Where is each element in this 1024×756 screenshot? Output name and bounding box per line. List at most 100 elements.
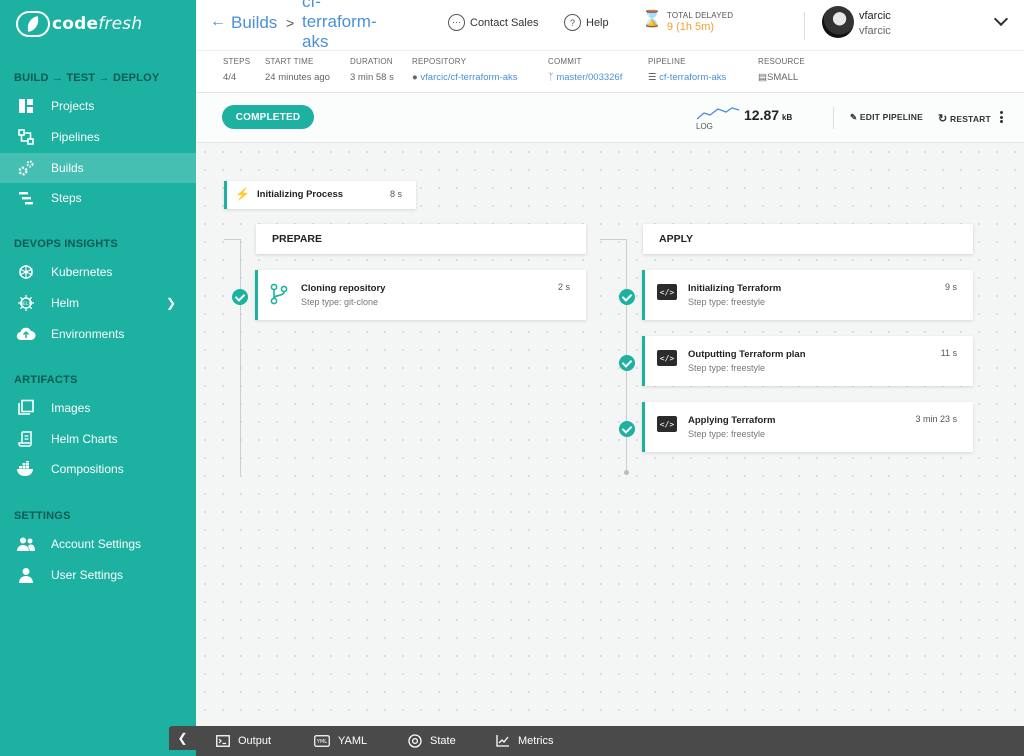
state-icon xyxy=(408,734,422,748)
terminal-icon: </> xyxy=(657,416,677,432)
chevron-down-icon[interactable] xyxy=(993,11,1009,27)
step-time: 11 s xyxy=(940,348,957,358)
git-branch-icon: ᛉ xyxy=(548,72,554,83)
step-type: Step type: git-clone xyxy=(301,297,379,307)
back-arrow-icon[interactable]: ← xyxy=(210,13,226,31)
sidebar-item-account-settings[interactable]: Account Settings xyxy=(0,529,196,559)
sidebar-item-builds[interactable]: Builds xyxy=(0,153,196,183)
log-sparkline-icon[interactable] xyxy=(696,105,740,121)
help-link[interactable]: ? Help xyxy=(564,14,609,31)
success-check-icon xyxy=(232,289,248,305)
help-label: Help xyxy=(586,16,609,29)
info-pipeline: PIPELINE ☰ cf-terraform-aks xyxy=(648,57,726,83)
build-name-line: cf- xyxy=(302,0,321,11)
sidebar-item-label: Environments xyxy=(51,327,125,341)
step-outputting-terraform-plan[interactable]: </> Outputting Terraform plan Step type:… xyxy=(642,336,973,386)
builds-icon xyxy=(16,159,36,177)
pipeline-link[interactable]: ☰ cf-terraform-aks xyxy=(648,72,726,83)
tab-label: YAML xyxy=(338,735,368,747)
avatar[interactable] xyxy=(822,6,854,38)
more-options-icon[interactable] xyxy=(997,109,1005,125)
sidebar-item-images[interactable]: Images xyxy=(0,393,196,423)
breadcrumb-builds-link[interactable]: Builds xyxy=(231,13,277,33)
repository-link[interactable]: ● vfarcic/cf-terraform-aks xyxy=(412,72,518,83)
build-name-line: terraform- xyxy=(302,12,377,31)
step-time: 8 s xyxy=(389,189,402,199)
step-cloning-repository[interactable]: Cloning repository Step type: git-clone … xyxy=(255,270,586,320)
account-settings-icon xyxy=(16,535,36,553)
total-delayed-label: TOTAL DELAYED xyxy=(666,11,734,20)
resource-value: SMALL xyxy=(766,72,799,83)
sidebar-item-label: Account Settings xyxy=(51,537,142,551)
total-delayed-indicator[interactable]: ⌛ TOTAL DELAYED 9 (1h 5m) xyxy=(642,11,733,33)
tab-label: State xyxy=(430,735,456,747)
codefresh-logo[interactable]: codefresh xyxy=(16,10,142,38)
sidebar-item-helm[interactable]: HELM Helm ❯ xyxy=(0,288,196,318)
chevron-left-icon: ❮ xyxy=(177,731,188,745)
collapse-sidebar-button[interactable]: ❮ xyxy=(169,726,196,750)
chevron-right-icon[interactable]: ❯ xyxy=(166,296,176,310)
sidebar-item-compositions[interactable]: Compositions xyxy=(0,454,196,484)
tab-yaml[interactable]: YML YAML xyxy=(314,726,367,756)
step-time: 2 s xyxy=(557,282,570,292)
section-title-settings: SETTINGS xyxy=(14,510,71,522)
tab-output[interactable]: Output xyxy=(216,726,271,756)
success-check-icon xyxy=(619,289,635,305)
tab-label: Output xyxy=(238,735,272,747)
pipelines-icon xyxy=(16,128,36,146)
sidebar-item-helm-charts[interactable]: Helm Charts xyxy=(0,424,196,454)
step-applying-terraform[interactable]: </> Applying Terraform Step type: freest… xyxy=(642,402,973,452)
info-label: COMMIT xyxy=(548,57,582,66)
info-start-time: START TIME 24 minutes ago xyxy=(265,57,330,83)
resource-value-wrap: ▤SMALL xyxy=(758,72,805,83)
user-icon: ● xyxy=(412,72,418,83)
commit-link[interactable]: ᛉ master/003326f xyxy=(548,72,622,83)
stage-header-apply: APPLY xyxy=(643,224,973,254)
sidebar-item-pipelines[interactable]: Pipelines xyxy=(0,122,196,152)
step-title: Initializing Process xyxy=(257,189,344,200)
chat-bubble-icon: ⋯ xyxy=(448,14,465,31)
tab-metrics[interactable]: Metrics xyxy=(496,726,553,756)
pencil-icon: ✎ xyxy=(850,112,858,122)
help-icon: ? xyxy=(564,14,581,31)
restart-icon: ↻ xyxy=(938,113,948,125)
step-title: Initializing Terraform xyxy=(688,283,782,294)
top-bar: ← Builds > cf- terraform- aks ⋯ Contact … xyxy=(196,0,1024,50)
edit-pipeline-button[interactable]: ✎ EDIT PIPELINE xyxy=(850,112,923,123)
info-value: 24 minutes ago xyxy=(265,72,330,83)
step-type: Step type: freestyle xyxy=(688,429,766,439)
workflow-canvas: ⚡ Initializing Process 8 s PREPARE Cloni… xyxy=(196,143,1024,726)
info-label: START TIME xyxy=(265,57,314,66)
compositions-icon xyxy=(16,460,36,478)
info-label: REPOSITORY xyxy=(412,57,467,66)
sidebar-item-user-settings[interactable]: User Settings xyxy=(0,560,196,590)
breadcrumb-build-name: cf- terraform- aks xyxy=(302,0,392,50)
sidebar-item-projects[interactable]: Projects xyxy=(0,91,196,121)
sidebar-item-label: Helm xyxy=(51,296,80,310)
lightning-icon: ⚡ xyxy=(235,187,250,201)
section-title-devops-insights: DEVOPS INSIGHTS xyxy=(14,238,118,250)
terminal-icon: </> xyxy=(657,350,677,366)
hourglass-icon: ⌛ xyxy=(642,11,662,28)
tab-state[interactable]: State xyxy=(408,726,456,756)
sidebar-item-label: User Settings xyxy=(51,568,124,582)
account-name: vfarcic xyxy=(859,25,891,37)
info-steps: STEPS 4/4 xyxy=(223,57,250,83)
svg-text:HELM: HELM xyxy=(20,301,33,307)
user-settings-icon xyxy=(16,566,36,584)
stage-header-prepare: PREPARE xyxy=(256,224,586,254)
codefresh-logo-icon xyxy=(16,11,50,37)
contact-sales-link[interactable]: ⋯ Contact Sales xyxy=(448,14,538,31)
initializing-process-step[interactable]: ⚡ Initializing Process 8 s xyxy=(224,181,416,209)
restart-button[interactable]: ↻ RESTART xyxy=(938,112,991,125)
info-label: PIPELINE xyxy=(648,57,686,66)
step-initializing-terraform[interactable]: </> Initializing Terraform Step type: fr… xyxy=(642,270,973,320)
sidebar-item-kubernetes[interactable]: Kubernetes xyxy=(0,257,196,287)
steps-icon xyxy=(16,189,36,207)
sidebar: codefresh BUILD → TEST → DEPLOY Projects… xyxy=(0,0,196,756)
logo-text: code xyxy=(52,14,99,34)
connector-line xyxy=(224,239,240,240)
sidebar-item-environments[interactable]: Environments xyxy=(0,319,196,349)
success-check-icon xyxy=(619,421,635,437)
sidebar-item-steps[interactable]: Steps xyxy=(0,183,196,213)
